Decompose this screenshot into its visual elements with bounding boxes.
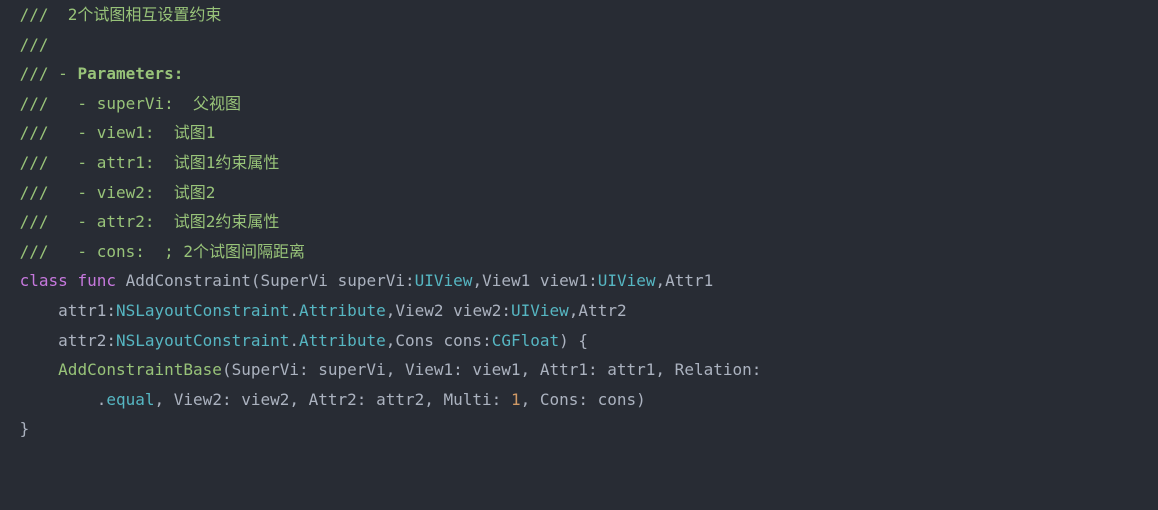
doc-param-desc: 父视图: [193, 94, 241, 113]
doc-param-name: view2:: [97, 183, 174, 202]
doc-param-name: view1:: [97, 123, 174, 142]
code-line-11: attr1:NSLayoutConstraint.Attribute,View2…: [10, 296, 1148, 326]
paren-close-brace-open: ) {: [559, 331, 588, 350]
doc-comment-slash: /// -: [10, 242, 97, 261]
call-args-mid: , View2: view2, Attr2: attr2, Multi:: [155, 390, 511, 409]
param-external-label: SuperVi: [260, 271, 327, 290]
doc-comment-slash: /// -: [10, 123, 97, 142]
code-line-15: }: [10, 414, 1148, 444]
doc-comment-slash: /// -: [10, 212, 97, 231]
code-line-8: /// - attr2: 试图2约束属性: [10, 207, 1148, 237]
param-external-label: View1: [482, 271, 530, 290]
doc-param-name: attr2:: [97, 212, 174, 231]
code-line-2: ///: [10, 30, 1148, 60]
param-internal-name: view1: [540, 271, 588, 290]
param-internal-name: view2: [453, 301, 501, 320]
type-name: NSLayoutConstraint: [116, 331, 289, 350]
code-line-1: /// 2个试图相互设置约束: [10, 0, 1148, 30]
call-args-end: , Cons: cons): [521, 390, 646, 409]
enum-member: equal: [106, 390, 154, 409]
code-line-6: /// - attr1: 试图1约束属性: [10, 148, 1148, 178]
code-line-7: /// - view2: 试图2: [10, 178, 1148, 208]
number-literal: 1: [511, 390, 521, 409]
code-line-13: AddConstraintBase(SuperVi: superVi, View…: [10, 355, 1148, 385]
doc-param-name: attr1:: [97, 153, 174, 172]
code-line-9: /// - cons: ; 2个试图间隔距离: [10, 237, 1148, 267]
indent: [10, 360, 58, 379]
type-member: Attribute: [299, 331, 386, 350]
param-external-label: Attr1: [665, 271, 713, 290]
param-external-label: View2: [395, 301, 443, 320]
doc-param-name: superVi:: [97, 94, 193, 113]
code-line-10: class func AddConstraint(SuperVi superVi…: [10, 266, 1148, 296]
param-internal-name: cons: [444, 331, 483, 350]
param-internal-name: superVi: [338, 271, 405, 290]
doc-comment-slash: ///: [10, 35, 49, 54]
type-name: UIView: [511, 301, 569, 320]
doc-comment-text: 2个试图相互设置约束: [68, 5, 222, 24]
indent: [10, 301, 58, 320]
doc-comment-slash: /// -: [10, 94, 97, 113]
doc-param-desc: 试图1约束属性: [174, 153, 280, 172]
type-name: NSLayoutConstraint: [116, 301, 289, 320]
keyword-class: class: [10, 271, 68, 290]
type-name: UIView: [598, 271, 656, 290]
doc-param-desc: 试图1: [174, 123, 216, 142]
doc-param-desc: 试图2: [174, 183, 216, 202]
code-line-4: /// - superVi: 父视图: [10, 89, 1148, 119]
indent: [10, 390, 97, 409]
type-member: Attribute: [299, 301, 386, 320]
doc-param-desc: ; 2个试图间隔距离: [164, 242, 305, 261]
param-internal-name: attr2: [58, 331, 106, 350]
doc-comment-slash: /// -: [10, 183, 97, 202]
keyword-func: func: [77, 271, 116, 290]
doc-param-name: cons:: [97, 242, 164, 261]
function-call: AddConstraintBase: [58, 360, 222, 379]
type-name: UIView: [415, 271, 473, 290]
param-internal-name: attr1: [58, 301, 106, 320]
doc-comment-slash: /// -: [10, 64, 77, 83]
doc-param-desc: 试图2约束属性: [174, 212, 280, 231]
param-external-label: Attr2: [578, 301, 626, 320]
code-line-3: /// - Parameters:: [10, 59, 1148, 89]
dot: .: [97, 390, 107, 409]
code-line-12: attr2:NSLayoutConstraint.Attribute,Cons …: [10, 326, 1148, 356]
doc-comment-slash: ///: [10, 5, 68, 24]
code-line-14: .equal, View2: view2, Attr2: attr2, Mult…: [10, 385, 1148, 415]
call-args: (SuperVi: superVi, View1: view1, Attr1: …: [222, 360, 761, 379]
doc-comment-slash: /// -: [10, 153, 97, 172]
code-line-5: /// - view1: 试图1: [10, 118, 1148, 148]
param-external-label: Cons: [395, 331, 434, 350]
function-name: AddConstraint: [126, 271, 251, 290]
doc-parameters-label: Parameters:: [77, 64, 183, 83]
indent: [10, 331, 58, 350]
type-name: CGFloat: [492, 331, 559, 350]
code-editor[interactable]: /// 2个试图相互设置约束 /// /// - Parameters: ///…: [0, 0, 1158, 444]
brace-close: }: [10, 419, 29, 438]
